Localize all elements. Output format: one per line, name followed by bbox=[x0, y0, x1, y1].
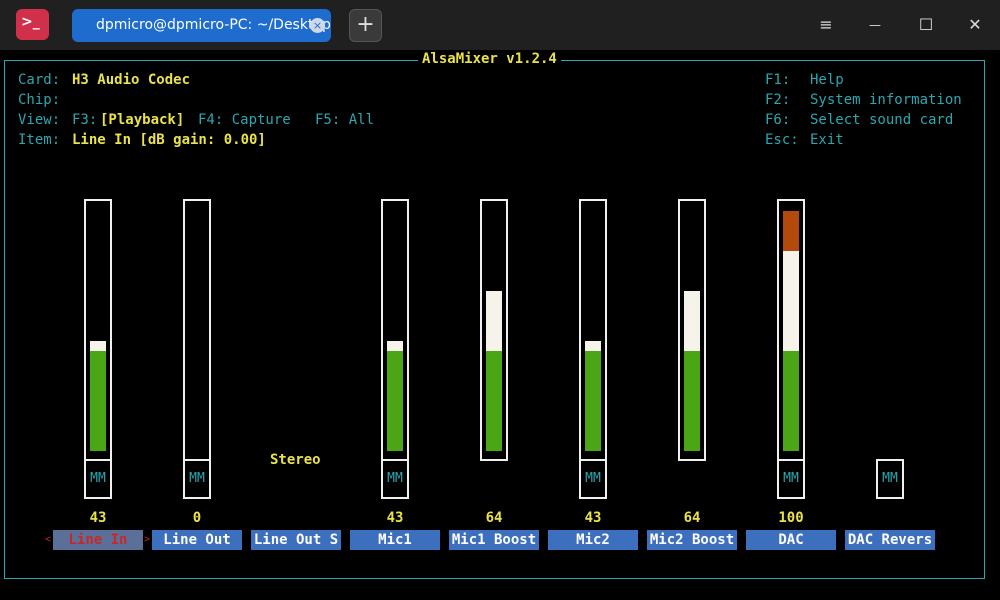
view-label: View: bbox=[18, 112, 61, 128]
view-capture[interactable]: F4: Capture bbox=[198, 110, 291, 130]
channel-label-mic2-boost[interactable]: Mic2 Boost bbox=[647, 530, 737, 550]
mute-toggle-dac[interactable]: MM bbox=[777, 459, 805, 499]
key-f1: F1: bbox=[765, 72, 791, 88]
key-f2-desc: System information bbox=[810, 92, 962, 108]
volume-level-green-mic2-boost bbox=[684, 351, 700, 451]
volume-level-white-mic2-boost bbox=[684, 291, 700, 351]
minimize-icon[interactable]: — bbox=[864, 14, 886, 36]
volume-value-line-out: 0 bbox=[192, 510, 202, 526]
tab-close-icon[interactable]: × bbox=[310, 18, 325, 33]
volume-level-white-mic1 bbox=[387, 341, 403, 351]
volume-level-red-dac bbox=[783, 211, 799, 251]
volume-value-mic2-boost: 64 bbox=[683, 510, 701, 526]
volume-level-green-mic1 bbox=[387, 351, 403, 451]
terminal-area[interactable]: AlsaMixer v1.2.4 Card: H3 Audio Codec Ch… bbox=[0, 50, 1000, 600]
key-f1-desc: Help bbox=[810, 72, 844, 88]
volume-level-white-mic1-boost bbox=[486, 291, 502, 351]
channel-label-mic1-boost[interactable]: Mic1 Boost bbox=[449, 530, 539, 550]
volume-level-green-line-in bbox=[90, 351, 106, 451]
mute-toggle-dac-revers[interactable]: MM bbox=[876, 459, 904, 499]
mute-toggle-line-in[interactable]: MM bbox=[84, 459, 112, 499]
new-tab-button[interactable]: + bbox=[349, 9, 382, 42]
mute-toggle-mic2[interactable]: MM bbox=[579, 459, 607, 499]
volume-level-green-mic1-boost bbox=[486, 351, 502, 451]
volume-value-dac: 100 bbox=[778, 510, 804, 526]
channel-label-mic1[interactable]: Mic1 bbox=[350, 530, 440, 550]
volume-value-line-in: 43 bbox=[89, 510, 107, 526]
mute-toggle-mic1[interactable]: MM bbox=[381, 459, 409, 499]
volume-level-white-line-in bbox=[90, 341, 106, 351]
key-esc: Esc: bbox=[765, 132, 799, 148]
tab-title: dpmicro@dpmicro-PC: ~/Desktop bbox=[96, 17, 331, 33]
volume-level-green-mic2 bbox=[585, 351, 601, 451]
key-f2: F2: bbox=[765, 92, 791, 108]
volume-value-mic2: 43 bbox=[584, 510, 602, 526]
channel-label-line-out[interactable]: Line Out bbox=[152, 530, 242, 550]
view-all[interactable]: F5: All bbox=[315, 110, 374, 130]
alsamixer-title: AlsaMixer v1.2.4 bbox=[418, 51, 561, 67]
item-value: Line In [dB gain: 0.00] bbox=[72, 132, 266, 148]
volume-level-white-mic2 bbox=[585, 341, 601, 351]
selection-right-marker: > bbox=[144, 534, 151, 545]
volume-value-mic1: 43 bbox=[386, 510, 404, 526]
mute-toggle-line-out[interactable]: MM bbox=[183, 459, 211, 499]
channel-label-mic2[interactable]: Mic2 bbox=[548, 530, 638, 550]
volume-slider-line-out[interactable] bbox=[183, 199, 211, 461]
title-bar: >_ dpmicro@dpmicro-PC: ~/Desktop × + ≡ —… bbox=[0, 0, 1000, 50]
view-playback[interactable]: [Playback] bbox=[100, 110, 184, 130]
card-label: Card: bbox=[18, 72, 61, 88]
volume-level-green-dac bbox=[783, 351, 799, 451]
close-icon[interactable]: ✕ bbox=[964, 14, 986, 36]
maximize-icon[interactable]: ☐ bbox=[915, 14, 937, 36]
volume-value-mic1-boost: 64 bbox=[485, 510, 503, 526]
item-label: Item: bbox=[18, 132, 61, 148]
channel-label-line-out-s[interactable]: Line Out S bbox=[251, 530, 341, 550]
terminal-app-icon[interactable]: >_ bbox=[16, 9, 49, 40]
key-f6: F6: bbox=[765, 112, 791, 128]
channel-label-dac-revers[interactable]: DAC Revers bbox=[845, 530, 935, 550]
chip-label: Chip: bbox=[18, 92, 61, 108]
view-f3-key: F3: bbox=[72, 112, 98, 128]
selection-left-marker: < bbox=[45, 534, 52, 545]
channel-label-line-in[interactable]: Line In bbox=[53, 530, 143, 550]
card-value: H3 Audio Codec bbox=[72, 72, 191, 88]
volume-level-white-dac bbox=[783, 251, 799, 351]
key-esc-desc: Exit bbox=[810, 132, 844, 148]
channel-label-dac[interactable]: DAC bbox=[746, 530, 836, 550]
stereo-label: Stereo bbox=[270, 452, 321, 468]
key-f6-desc: Select sound card bbox=[810, 112, 954, 128]
tab-terminal-session[interactable]: dpmicro@dpmicro-PC: ~/Desktop × bbox=[72, 9, 331, 42]
menu-icon[interactable]: ≡ bbox=[815, 14, 837, 36]
